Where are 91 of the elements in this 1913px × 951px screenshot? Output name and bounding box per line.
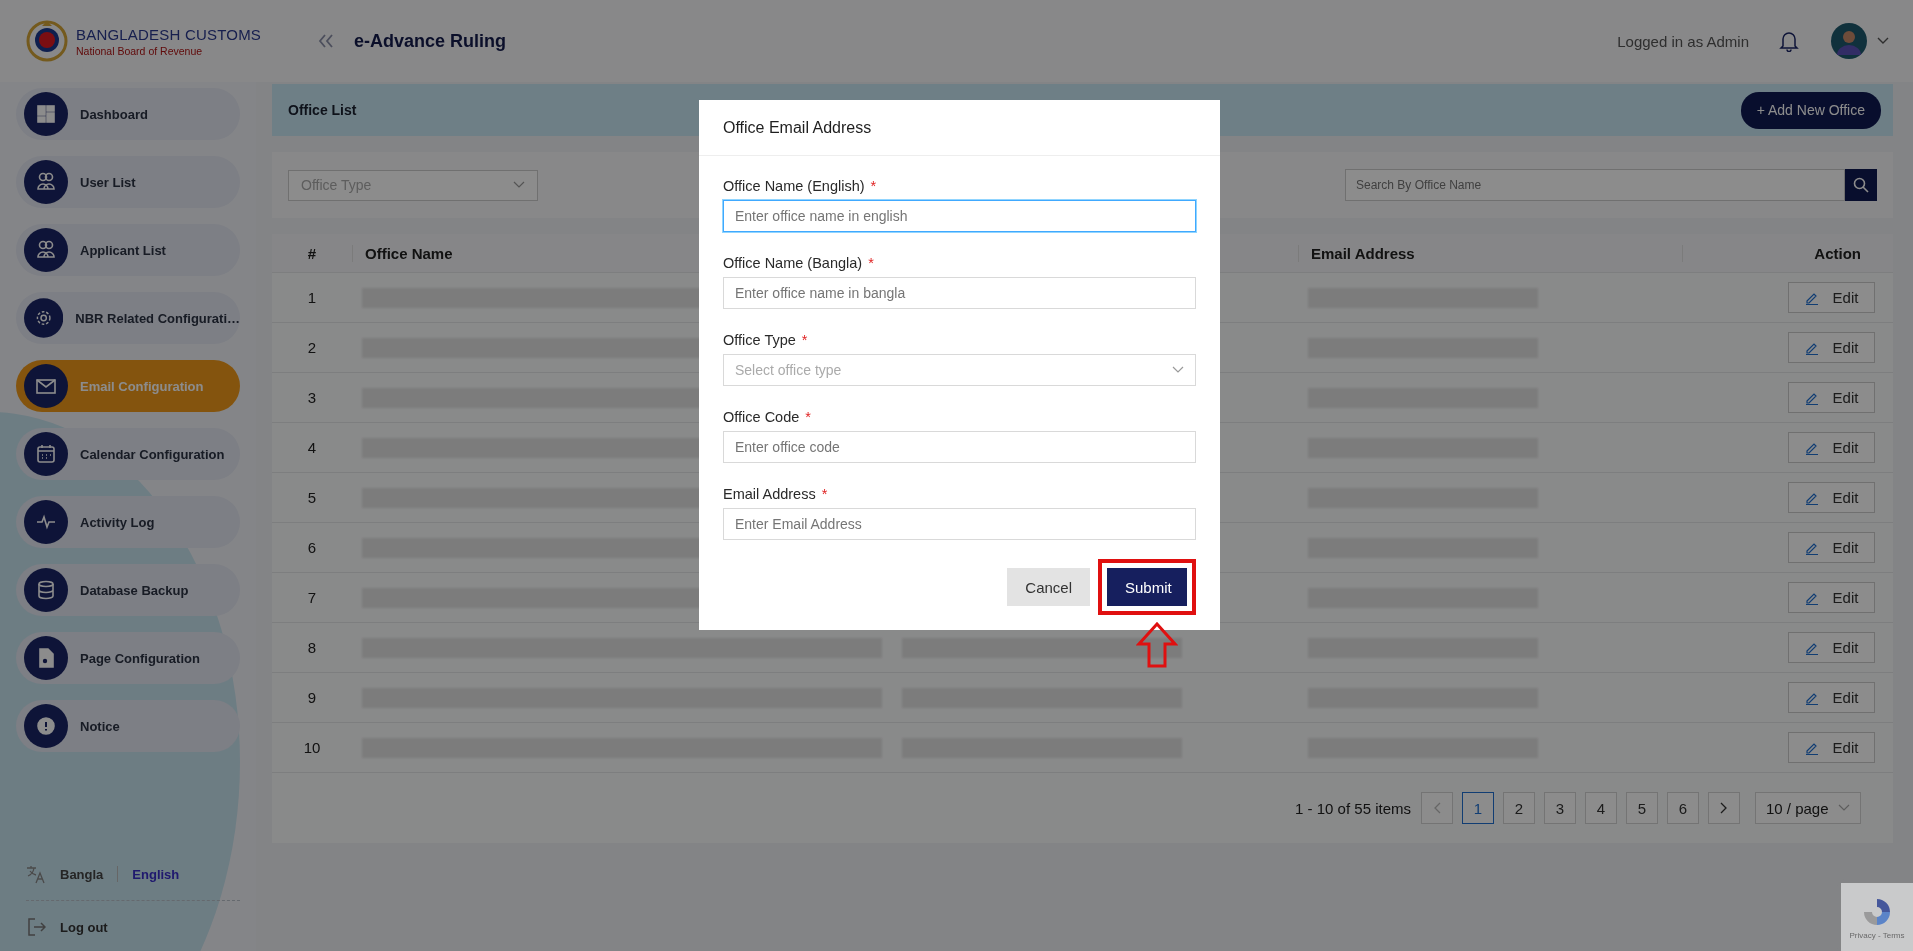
logout-link[interactable]: Log out xyxy=(60,919,108,935)
input-field[interactable]: Enter office code xyxy=(723,431,1196,463)
menu-item-icon xyxy=(24,92,68,136)
recaptcha-links[interactable]: Privacy - Terms xyxy=(1849,930,1905,940)
sidebar-item[interactable]: Database Backup xyxy=(16,564,240,616)
input-field[interactable]: Enter Email Address xyxy=(723,508,1196,540)
page-button[interactable]: 5 xyxy=(1626,792,1658,824)
menu-item-icon xyxy=(24,500,68,544)
table-cell-text: 3 xyxy=(306,389,318,406)
table-cell-text: 1 xyxy=(306,289,318,306)
translate-icon xyxy=(26,864,46,884)
edit-button[interactable]: Edit xyxy=(1788,582,1875,613)
submit-button[interactable]: Submit xyxy=(1107,568,1187,606)
required-marker: * xyxy=(801,332,808,348)
sidebar-item[interactable]: Activity Log xyxy=(16,496,240,548)
table-cell-text: 9 xyxy=(306,689,318,706)
emblem-logo xyxy=(26,20,68,62)
edit-button[interactable]: Edit xyxy=(1788,432,1875,463)
menu-item-icon xyxy=(24,228,68,272)
search-button[interactable] xyxy=(1845,169,1877,201)
double-chevron-left-icon[interactable] xyxy=(318,34,334,48)
field-label: Email Address xyxy=(723,486,816,502)
sidebar-item[interactable]: Applicant List xyxy=(16,224,240,276)
table-cell-text: 10 xyxy=(302,739,322,756)
edit-button[interactable]: Edit xyxy=(1788,482,1875,513)
chevron-left-icon xyxy=(1433,802,1441,814)
menu-item-icon xyxy=(24,432,68,476)
brand-title: BANGLADESH CUSTOMS xyxy=(76,25,262,43)
menu-item-icon xyxy=(24,704,68,748)
logout-icon[interactable] xyxy=(26,917,46,937)
chevron-down-icon xyxy=(1172,366,1184,374)
required-marker: * xyxy=(870,178,877,194)
required-marker: * xyxy=(821,486,828,502)
table-cell-text: 8 xyxy=(306,639,318,656)
page-button[interactable]: 2 xyxy=(1503,792,1535,824)
chevron-down-icon xyxy=(1838,804,1850,812)
required-marker: * xyxy=(805,409,811,425)
sidebar-item[interactable]: User List xyxy=(16,156,240,208)
dialog-title: Office Email Address xyxy=(723,118,872,137)
page-button[interactable]: 4 xyxy=(1585,792,1617,824)
menu-item-icon xyxy=(24,568,68,612)
menu-item-icon xyxy=(24,364,68,408)
chevron-right-icon xyxy=(1720,802,1728,814)
input-field[interactable]: Enter office name in bangla xyxy=(723,277,1196,309)
edit-button[interactable]: Edit xyxy=(1788,682,1875,713)
user-status-text: Logged in as Admin xyxy=(1617,32,1749,50)
column-header: # xyxy=(306,244,318,262)
field-label: Office Type xyxy=(723,332,796,348)
app-title: e-Advance Ruling xyxy=(354,30,507,52)
chevron-down-icon[interactable] xyxy=(1877,37,1889,45)
edit-button[interactable]: Edit xyxy=(1788,282,1875,313)
edit-button[interactable]: Edit xyxy=(1788,732,1875,763)
input-field[interactable]: Enter office name in english xyxy=(723,200,1196,232)
page-title: Office List xyxy=(288,102,357,118)
pagination-summary: 1 - 10 of 55 items xyxy=(1295,799,1411,817)
language-option[interactable]: English xyxy=(132,866,180,882)
sidebar-item[interactable]: Calendar Configuration xyxy=(16,428,240,480)
brand-subtitle: National Board of Revenue xyxy=(76,44,204,57)
edit-button[interactable]: Edit xyxy=(1788,532,1875,563)
page-button[interactable]: 6 xyxy=(1667,792,1699,824)
up-arrow-icon xyxy=(1136,622,1178,668)
table-cell-text: 5 xyxy=(306,489,318,506)
field-label: Office Code xyxy=(723,409,800,425)
sidebar-item[interactable]: NBR Related Configurati… xyxy=(16,292,240,344)
chevron-down-icon xyxy=(513,181,525,189)
search-field[interactable]: Search By Office Name xyxy=(1345,169,1845,201)
sidebar-item[interactable]: Notice xyxy=(16,700,240,752)
menu-item-icon xyxy=(24,296,64,340)
sidebar-item[interactable]: Page Configuration xyxy=(16,632,240,684)
table-cell-text: 4 xyxy=(306,439,318,456)
table-cell-text: 7 xyxy=(306,589,318,606)
menu-item-icon xyxy=(24,636,68,680)
page-button[interactable]: 3 xyxy=(1544,792,1576,824)
edit-button[interactable]: Edit xyxy=(1788,332,1875,363)
page-button[interactable]: 1 xyxy=(1462,792,1494,824)
search-icon xyxy=(1853,177,1869,193)
page-size-select[interactable]: 10 / page xyxy=(1755,792,1861,824)
field-label: Office Name (English) xyxy=(723,178,865,194)
table-cell-text: 2 xyxy=(306,339,318,356)
edit-button[interactable]: Edit xyxy=(1788,632,1875,663)
avatar-icon[interactable] xyxy=(1831,23,1867,59)
column-header: Action xyxy=(1814,244,1861,262)
edit-button[interactable]: Edit xyxy=(1788,382,1875,413)
column-header: Email Address xyxy=(1298,244,1682,262)
menu-item-icon xyxy=(24,160,68,204)
table-cell-text: 6 xyxy=(306,539,318,556)
sidebar-item[interactable]: Dashboard xyxy=(16,88,240,140)
cancel-button[interactable]: Cancel xyxy=(1007,568,1090,606)
add-office-button[interactable]: + Add New Office xyxy=(1740,91,1881,129)
notification-bell-icon[interactable] xyxy=(1779,30,1799,52)
language-option[interactable]: Bangla xyxy=(60,866,104,882)
